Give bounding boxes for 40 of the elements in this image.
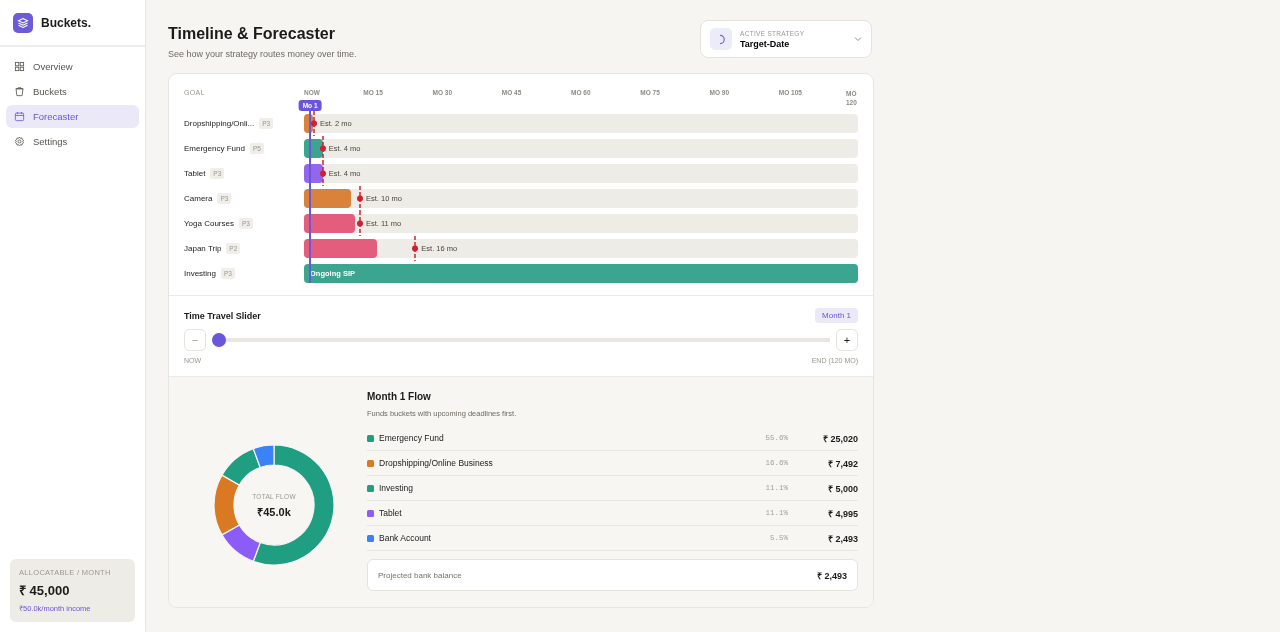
projected-amount: ₹ 2,493 [816, 569, 847, 582]
goal-name: Emergency Fund [184, 144, 245, 153]
bucket-amount: ₹ 4,995 [826, 507, 858, 520]
bucket-amount: ₹ 2,493 [826, 532, 858, 545]
projected-label: Projected bank balance [378, 570, 462, 580]
goal-name: Yoga Courses [184, 219, 234, 228]
sidebar-item[interactable]: Forecaster [6, 105, 139, 128]
bucket-name: Investing [379, 483, 415, 493]
chevron-icon [854, 36, 862, 42]
bucket-icon [14, 86, 25, 97]
brand-name: Buckets. [41, 15, 92, 30]
bucket-amount: ₹ 25,020 [821, 432, 858, 445]
bucket-amount: ₹ 7,492 [826, 457, 858, 470]
donut-value: ₹45.0k [257, 505, 291, 519]
flow-title: Month 1 Flow [367, 391, 432, 402]
goal-name: Camera [184, 194, 213, 203]
logo-icon [13, 12, 33, 33]
bucket-name: Bank Account [379, 533, 432, 543]
bucket-name: Tablet [379, 508, 403, 518]
increment-button[interactable]: + [836, 329, 858, 351]
sidebar-item[interactable]: Overview [6, 55, 139, 78]
page-title: Timeline & Forecaster [168, 25, 336, 43]
goal-name: Japan Trip [184, 244, 222, 253]
sidebar-item[interactable]: Buckets [6, 80, 139, 103]
sidebar-item[interactable]: Settings [6, 130, 139, 153]
goal-name: Dropshipping/Onli... [184, 119, 255, 128]
settings-icon [14, 136, 25, 147]
bucket-name: Emergency Fund [379, 433, 445, 443]
allocatable-amount: ₹ 45,000 [19, 582, 71, 599]
bucket-amount: ₹ 5,000 [826, 482, 858, 495]
month-badge: Month 1 [815, 308, 858, 323]
grid-icon [14, 61, 25, 72]
slider-thumb[interactable] [212, 333, 226, 347]
page-subtitle: See how your strategy routes money over time. [168, 49, 357, 59]
goal-name: Investing [184, 269, 217, 278]
calendar-icon [14, 111, 25, 122]
moon-icon [710, 28, 732, 50]
slider-title: Time Travel Slider [184, 310, 261, 321]
goal-name: Tablet [184, 169, 206, 178]
bucket-name: Dropshipping/Online Business [379, 458, 494, 468]
